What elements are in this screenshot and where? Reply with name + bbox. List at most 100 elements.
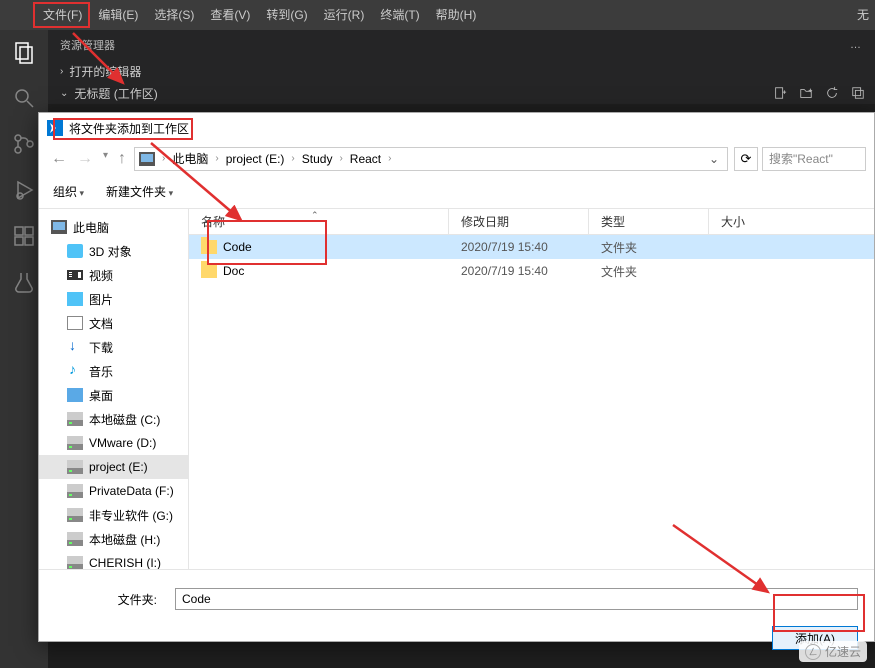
- doc-icon: [67, 316, 83, 330]
- crumb-root[interactable]: 此电脑: [170, 150, 210, 167]
- new-file-icon[interactable]: [773, 86, 787, 100]
- tree-item[interactable]: 本地磁盘 (C:): [39, 407, 188, 431]
- up-icon[interactable]: ↑: [118, 150, 126, 168]
- forward-icon[interactable]: →: [77, 150, 93, 168]
- tree-item[interactable]: 3D 对象: [39, 239, 188, 263]
- menu-file[interactable]: 文件(F): [35, 0, 90, 30]
- tree-item[interactable]: project (E:): [39, 455, 188, 479]
- tree-root-pc[interactable]: 此电脑: [39, 215, 188, 239]
- file-type-cell: 文件夹: [589, 263, 709, 280]
- recent-icon[interactable]: ▾: [103, 150, 108, 168]
- music-icon: [67, 364, 83, 378]
- extensions-icon[interactable]: [12, 224, 36, 248]
- new-folder-menu[interactable]: 新建文件夹: [106, 183, 173, 200]
- search-input[interactable]: 搜索"React": [762, 147, 866, 171]
- file-row[interactable]: Doc 2020/7/19 15:40文件夹: [189, 259, 874, 283]
- tree-label: 3D 对象: [89, 243, 132, 260]
- chevron-down-icon: ⌄: [60, 88, 68, 99]
- drive-icon: [67, 532, 83, 546]
- testing-icon[interactable]: [12, 270, 36, 294]
- dialog-buttons: 添加(A): [39, 620, 874, 662]
- organize-menu[interactable]: 组织: [53, 183, 84, 200]
- file-name: Code: [223, 240, 252, 254]
- folder-icon: [201, 240, 217, 254]
- menu-view[interactable]: 查看(V): [202, 0, 258, 30]
- crumb-study[interactable]: Study: [300, 152, 335, 166]
- col-size[interactable]: 大小: [709, 209, 874, 234]
- file-name-cell: Doc: [189, 264, 449, 278]
- search-icon[interactable]: [12, 86, 36, 110]
- crumb-react[interactable]: React: [348, 152, 383, 166]
- tree-item[interactable]: 音乐: [39, 359, 188, 383]
- folder-tree[interactable]: 此电脑 3D 对象视频图片文档下载音乐桌面本地磁盘 (C:) VMware (D:…: [39, 209, 189, 569]
- explorer-more-icon[interactable]: …: [850, 39, 863, 51]
- col-name[interactable]: 名称: [189, 209, 449, 234]
- breadcrumb[interactable]: › 此电脑 › project (E:) › Study › React › ⌄: [134, 147, 728, 171]
- menu-select[interactable]: 选择(S): [146, 0, 202, 30]
- collapse-icon[interactable]: [851, 86, 865, 100]
- menu-run[interactable]: 运行(R): [316, 0, 373, 30]
- explorer-panel: 资源管理器 … › 打开的编辑器 ⌄ 无标题 (工作区): [48, 30, 875, 104]
- workspace-section[interactable]: ⌄ 无标题 (工作区): [48, 82, 875, 104]
- crumb-project[interactable]: project (E:): [224, 152, 287, 166]
- file-name-cell: Code: [189, 240, 449, 254]
- tree-item[interactable]: 文档: [39, 311, 188, 335]
- menu-edit[interactable]: 编辑(E): [90, 0, 146, 30]
- tree-label: CHERISH (I:): [89, 556, 161, 569]
- menu-terminal[interactable]: 终端(T): [372, 0, 427, 30]
- file-list[interactable]: ⌃ 名称 修改日期 类型 大小 Code2020/7/19 15:40文件夹Do…: [189, 209, 874, 569]
- tree-item[interactable]: 图片: [39, 287, 188, 311]
- dialog-nav: ← → ▾ ↑ › 此电脑 › project (E:) › Study › R…: [39, 143, 874, 175]
- debug-icon[interactable]: [12, 178, 36, 202]
- nav-refresh-button[interactable]: ⟳: [734, 147, 758, 171]
- tree-label: 音乐: [89, 363, 113, 380]
- tree-label: 桌面: [89, 387, 113, 404]
- drive-icon: [67, 412, 83, 426]
- back-icon[interactable]: ←: [51, 150, 67, 168]
- tree-label: 下载: [89, 339, 113, 356]
- col-date[interactable]: 修改日期: [449, 209, 589, 234]
- tree-item[interactable]: 视频: [39, 263, 188, 287]
- tree-label: 图片: [89, 291, 113, 308]
- drive-icon: [67, 556, 83, 569]
- tree-item[interactable]: PrivateData (F:): [39, 479, 188, 503]
- menu-help[interactable]: 帮助(H): [428, 0, 485, 30]
- tree-label: 视频: [89, 267, 113, 284]
- open-editors-section[interactable]: › 打开的编辑器: [48, 60, 875, 82]
- sort-indicator-icon: ⌃: [311, 210, 319, 221]
- threed-icon: [67, 244, 83, 258]
- explorer-icon[interactable]: [12, 40, 36, 64]
- file-date-cell: 2020/7/19 15:40: [449, 264, 589, 278]
- menu-goto[interactable]: 转到(G): [258, 0, 315, 30]
- tree-item[interactable]: CHERISH (I:): [39, 551, 188, 569]
- col-type[interactable]: 类型: [589, 209, 709, 234]
- chevron-right-icon: ›: [385, 153, 394, 164]
- chevron-right-icon: ›: [336, 153, 345, 164]
- folder-input[interactable]: [175, 588, 858, 610]
- list-header: ⌃ 名称 修改日期 类型 大小: [189, 209, 874, 235]
- tree-item[interactable]: 下载: [39, 335, 188, 359]
- folder-label: 文件夹:: [55, 591, 165, 608]
- folder-icon: [201, 264, 217, 278]
- tree-item[interactable]: 桌面: [39, 383, 188, 407]
- tree-item[interactable]: VMware (D:): [39, 431, 188, 455]
- tree-item[interactable]: 非专业软件 (G:): [39, 503, 188, 527]
- source-control-icon[interactable]: [12, 132, 36, 156]
- file-row[interactable]: Code2020/7/19 15:40文件夹: [189, 235, 874, 259]
- dialog-footer: 文件夹:: [39, 569, 874, 620]
- add-folder-dialog: 将文件夹添加到工作区 ← → ▾ ↑ › 此电脑 › project (E:) …: [38, 112, 875, 642]
- tree-label: 非专业软件 (G:): [89, 507, 173, 524]
- refresh-icon[interactable]: [825, 86, 839, 100]
- vscode-icon: [47, 120, 63, 136]
- pc-icon: [139, 152, 155, 166]
- drive-icon: [67, 508, 83, 522]
- new-folder-icon[interactable]: [799, 86, 813, 100]
- tree-item[interactable]: 本地磁盘 (H:): [39, 527, 188, 551]
- tree-label: VMware (D:): [89, 436, 156, 450]
- chevron-right-icon: ›: [159, 153, 168, 164]
- crumb-dropdown-icon[interactable]: ⌄: [709, 152, 723, 166]
- tree-label: project (E:): [89, 460, 148, 474]
- file-name: Doc: [223, 264, 244, 278]
- tree-label: 文档: [89, 315, 113, 332]
- tree-label: PrivateData (F:): [89, 484, 174, 498]
